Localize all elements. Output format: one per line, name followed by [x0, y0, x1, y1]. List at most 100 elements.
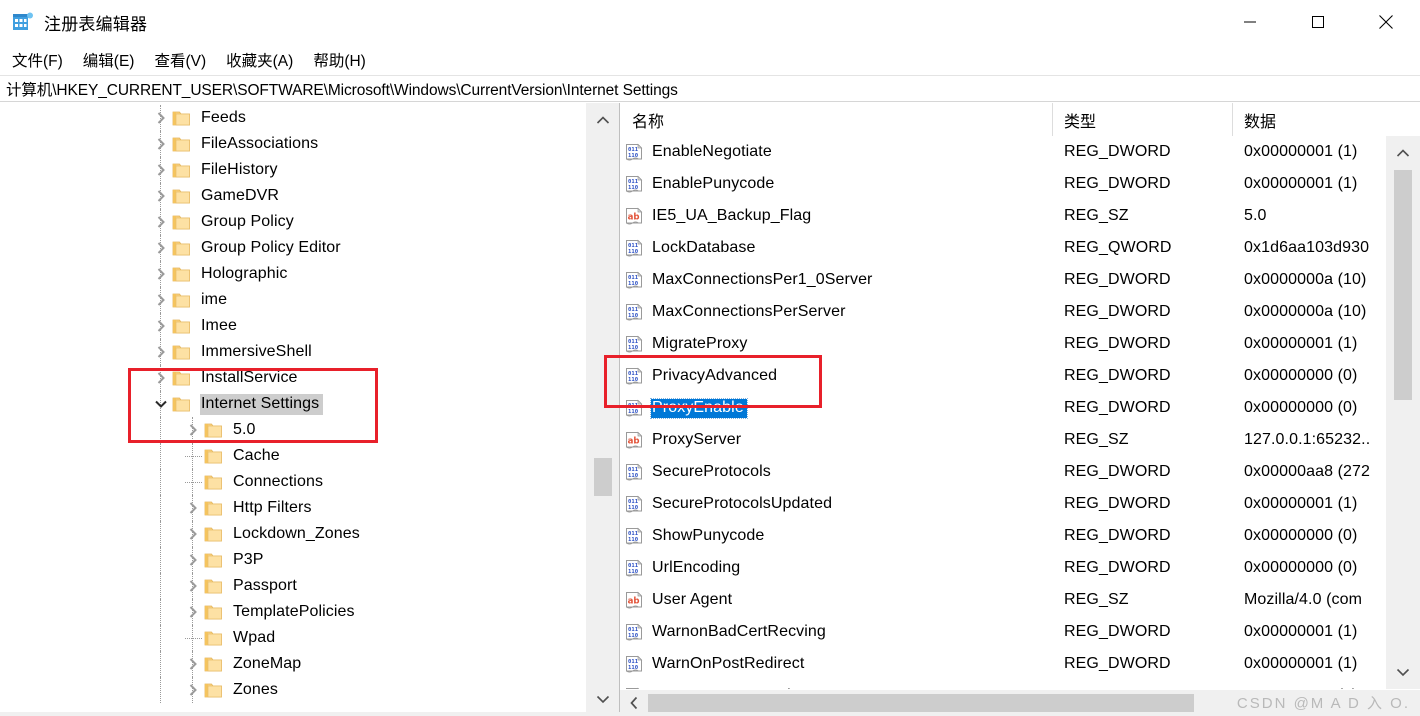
- maximize-button[interactable]: [1284, 0, 1352, 44]
- table-row[interactable]: 011110WarnonZoneCrossingREG_DWORD0x00000…: [620, 680, 1386, 689]
- tree-item-lockdown-zones[interactable]: Lockdown_Zones: [0, 521, 585, 547]
- tree-expand-toggle[interactable]: [182, 683, 204, 697]
- table-row[interactable]: 011 110 LockDatabase REG_QWORD 0x1d6aa103d93…: [620, 232, 1386, 264]
- value-type-cell: REG_DWORD: [1064, 335, 1171, 352]
- folder-icon: [172, 344, 192, 361]
- value-type-cell: REG_DWORD: [1064, 495, 1171, 512]
- folder-icon: [204, 630, 224, 647]
- tree-item-filehistory[interactable]: FileHistory: [0, 157, 585, 183]
- chevron-up-icon: [1396, 149, 1410, 157]
- tree-item-cache[interactable]: Cache: [0, 443, 585, 469]
- tree-expand-toggle[interactable]: [182, 501, 204, 515]
- minimize-button[interactable]: [1216, 0, 1284, 44]
- tree-item-label: Imee: [201, 316, 237, 334]
- column-header-type[interactable]: 类型: [1052, 103, 1232, 136]
- folder-icon: [204, 656, 224, 673]
- chevron-right-icon: [189, 580, 197, 592]
- value-name-cell: 011 110 EnablePunycode: [620, 175, 1052, 194]
- tree-expand-toggle[interactable]: [182, 527, 204, 541]
- value-name-cell: 011 110 PrivacyAdvanced: [620, 367, 1052, 386]
- table-row[interactable]: 011 110 ShowPunycode REG_DWORD 0x00000000 (0…: [620, 520, 1386, 552]
- tree-item-immersiveshell[interactable]: ImmersiveShell: [0, 339, 585, 365]
- value-type-cell: REG_DWORD: [1064, 623, 1171, 640]
- tree-expand-toggle[interactable]: [150, 137, 172, 151]
- tree-item-zonemap[interactable]: ZoneMap: [0, 651, 585, 677]
- value-type-cell: REG_DWORD: [1064, 463, 1171, 480]
- table-row[interactable]: ab IE5_UA_Backup_Flag REG_SZ 5.0: [620, 200, 1386, 232]
- column-header-data[interactable]: 数据: [1232, 103, 1420, 136]
- tree-expand-toggle[interactable]: [150, 319, 172, 333]
- tree-item-group-policy-editor[interactable]: Group Policy Editor: [0, 235, 585, 261]
- tree-scrollbar-thumb[interactable]: [594, 458, 612, 496]
- tree-expand-toggle[interactable]: [150, 241, 172, 255]
- column-header-name[interactable]: 名称: [620, 103, 1052, 136]
- tree-expand-toggle[interactable]: [150, 111, 172, 125]
- menu-file[interactable]: 文件(F): [11, 47, 64, 73]
- tree-collapse-toggle[interactable]: [150, 399, 172, 409]
- menu-help[interactable]: 帮助(H): [312, 47, 367, 73]
- tree-item-zones[interactable]: Zones: [0, 677, 585, 703]
- tree-item-holographic[interactable]: Holographic: [0, 261, 585, 287]
- dword-icon: 011110: [625, 463, 644, 482]
- list-vertical-scrollbar[interactable]: [1386, 136, 1420, 689]
- tree-expand-toggle[interactable]: [150, 293, 172, 307]
- tree-item-feeds[interactable]: Feeds: [0, 105, 585, 131]
- table-row[interactable]: 011 110 WarnOnPostRedirect REG_DWORD 0x00000…: [620, 648, 1386, 680]
- chevron-down-icon: [596, 695, 610, 704]
- table-row[interactable]: 011 110 SecureProtocols REG_DWORD 0x00000aa8…: [620, 456, 1386, 488]
- tree-expand-toggle[interactable]: [182, 579, 204, 593]
- tree-item-passport[interactable]: Passport: [0, 573, 585, 599]
- menu-view[interactable]: 查看(V): [153, 47, 207, 73]
- tree-item-5-0[interactable]: 5.0: [0, 417, 585, 443]
- tree-scroll-down-button[interactable]: [586, 682, 619, 716]
- tree-item-ime[interactable]: ime: [0, 287, 585, 313]
- table-row[interactable]: 011 110 MaxConnectionsPerServer REG_DWORD 0x…: [620, 296, 1386, 328]
- tree-expand-toggle[interactable]: [182, 657, 204, 671]
- table-row[interactable]: ab ProxyServer REG_SZ 127.0.0.1:65232..: [620, 424, 1386, 456]
- tree-scroll-up-button[interactable]: [586, 103, 619, 137]
- tree-item-wpad[interactable]: Wpad: [0, 625, 585, 651]
- tree-expand-toggle[interactable]: [150, 215, 172, 229]
- tree-item-http-filters[interactable]: Http Filters: [0, 495, 585, 521]
- table-row[interactable]: 011 110 EnableNegotiate REG_DWORD 0x00000001…: [620, 136, 1386, 168]
- table-row[interactable]: 011 110 MaxConnectionsPer1_0Server REG_DWOR…: [620, 264, 1386, 296]
- tree-item-internet-settings[interactable]: Internet Settings: [0, 391, 585, 417]
- tree-expand-toggle[interactable]: [150, 267, 172, 281]
- value-name-cell: 011 110 MigrateProxy: [620, 335, 1052, 354]
- list-scroll-up-button[interactable]: [1386, 136, 1420, 170]
- table-row[interactable]: 011 110 ProxyEnable REG_DWORD 0x00000000 (0): [620, 392, 1386, 424]
- tree-item-installservice[interactable]: InstallService: [0, 365, 585, 391]
- table-row[interactable]: 011 110 SecureProtocolsUpdated REG_DWORD 0x0…: [620, 488, 1386, 520]
- table-row[interactable]: 011 110 WarnonBadCertRecving REG_DWORD 0x000…: [620, 616, 1386, 648]
- tree-expand-toggle[interactable]: [150, 345, 172, 359]
- tree-item-templatepolicies[interactable]: TemplatePolicies: [0, 599, 585, 625]
- menu-favorites[interactable]: 收藏夹(A): [225, 47, 294, 73]
- tree-expand-toggle[interactable]: [150, 163, 172, 177]
- tree-item-label: GameDVR: [201, 186, 280, 204]
- tree-expand-toggle[interactable]: [150, 371, 172, 385]
- tree-expand-toggle[interactable]: [182, 605, 204, 619]
- list-hscrollbar-thumb[interactable]: [648, 693, 1194, 713]
- list-scroll-down-button[interactable]: [1386, 655, 1420, 689]
- tree-vertical-scrollbar[interactable]: [585, 103, 619, 716]
- tree-item-gamedvr[interactable]: GameDVR: [0, 183, 585, 209]
- table-row[interactable]: ab User Agent REG_SZ Mozilla/4.0 (com: [620, 584, 1386, 616]
- close-button[interactable]: [1352, 0, 1420, 44]
- tree-item-connections[interactable]: Connections: [0, 469, 585, 495]
- tree-item-fileassociations[interactable]: FileAssociations: [0, 131, 585, 157]
- table-row[interactable]: 011 110 UrlEncoding REG_DWORD 0x00000000 (0): [620, 552, 1386, 584]
- table-row[interactable]: 011 110 PrivacyAdvanced REG_DWORD 0x00000000…: [620, 360, 1386, 392]
- tree-expand-toggle[interactable]: [182, 423, 204, 437]
- list-scrollbar-thumb[interactable]: [1394, 170, 1412, 400]
- menu-edit[interactable]: 编辑(E): [82, 47, 136, 73]
- folder-icon: [172, 266, 192, 283]
- tree-expand-toggle[interactable]: [150, 189, 172, 203]
- tree-item-group-policy[interactable]: Group Policy: [0, 209, 585, 235]
- address-bar[interactable]: 计算机\HKEY_CURRENT_USER\SOFTWARE\Microsoft…: [0, 75, 1420, 102]
- tree-item-p3p[interactable]: P3P: [0, 547, 585, 573]
- table-row[interactable]: 011 110 MigrateProxy REG_DWORD 0x00000001 (1…: [620, 328, 1386, 360]
- tree-item-imee[interactable]: Imee: [0, 313, 585, 339]
- folder-icon: [172, 396, 192, 413]
- table-row[interactable]: 011 110 EnablePunycode REG_DWORD 0x00000001 …: [620, 168, 1386, 200]
- tree-expand-toggle[interactable]: [182, 553, 204, 567]
